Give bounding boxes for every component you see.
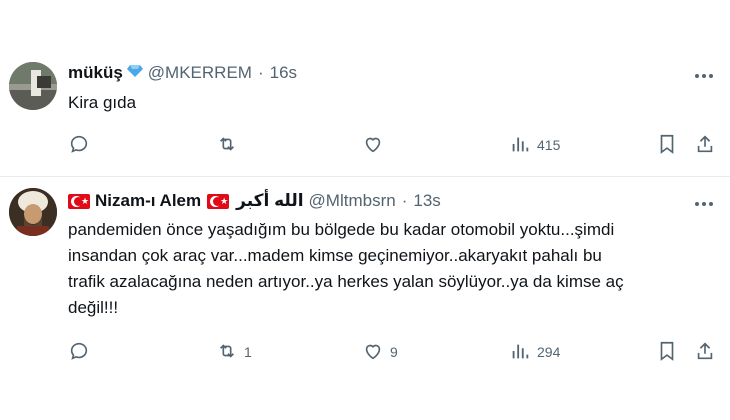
tweet-text: pandemiden önce yaşadığım bu bölgede bu … bbox=[68, 217, 710, 321]
share-icon bbox=[694, 133, 716, 158]
views-button[interactable]: 294 bbox=[509, 338, 560, 366]
retweet-button[interactable] bbox=[216, 131, 244, 159]
avatar[interactable] bbox=[9, 62, 57, 110]
display-name-arabic[interactable]: الله أكبر bbox=[236, 191, 303, 211]
display-name[interactable]: Nizam-ı Alem bbox=[95, 191, 201, 211]
timestamp[interactable]: 16s bbox=[270, 63, 297, 83]
reply-icon bbox=[68, 340, 90, 365]
bookmark-icon bbox=[656, 340, 678, 365]
avatar[interactable] bbox=[9, 188, 57, 236]
retweet-count: 1 bbox=[244, 344, 252, 360]
text-line: trafik azalacağına neden artıyor..ya her… bbox=[68, 272, 624, 291]
views-bar-chart-icon bbox=[509, 133, 531, 158]
tweet-actions: 415 bbox=[68, 131, 718, 159]
view-count: 415 bbox=[537, 137, 561, 153]
bookmark-icon bbox=[656, 133, 678, 158]
bookmark-button[interactable] bbox=[656, 131, 678, 159]
views-button[interactable]: 415 bbox=[509, 131, 560, 159]
share-button[interactable] bbox=[694, 131, 716, 159]
display-name[interactable]: müküş bbox=[68, 63, 123, 83]
share-button[interactable] bbox=[694, 338, 716, 366]
text-line: değil!!! bbox=[68, 298, 119, 317]
separator: · bbox=[257, 63, 264, 82]
tweet-text: Kira gıda bbox=[68, 93, 137, 112]
bookmark-button[interactable] bbox=[656, 338, 678, 366]
handle[interactable]: @MKERREM bbox=[148, 63, 252, 83]
tweet-1[interactable]: müküş @MKERREM · 16s Kira gıda 415 bbox=[0, 0, 730, 177]
views-bar-chart-icon bbox=[509, 340, 531, 365]
turkish-flag-icon: ★ bbox=[68, 193, 90, 209]
tweet-header: müküş @MKERREM · 16s bbox=[68, 63, 297, 83]
text-line: pandemiden önce yaşadığım bu bölgede bu … bbox=[68, 220, 615, 239]
separator: · bbox=[401, 191, 408, 210]
timestamp[interactable]: 13s bbox=[413, 191, 440, 211]
like-count: 9 bbox=[390, 344, 398, 360]
like-button[interactable]: 9 bbox=[362, 338, 398, 366]
tweet-header: ★ Nizam-ı Alem ★ الله أكبر @Mltmbsrn · 1… bbox=[68, 191, 441, 211]
tweet-actions: 1 9 294 bbox=[68, 338, 718, 366]
reply-icon bbox=[68, 133, 90, 158]
text-line: insandan çok araç var...madem kimse geçi… bbox=[68, 246, 602, 265]
retweet-icon bbox=[216, 340, 238, 365]
heart-icon bbox=[362, 340, 384, 365]
tweet-2[interactable]: ★ Nizam-ı Alem ★ الله أكبر @Mltmbsrn · 1… bbox=[0, 177, 730, 420]
view-count: 294 bbox=[537, 344, 561, 360]
share-icon bbox=[694, 340, 716, 365]
like-button[interactable] bbox=[362, 131, 390, 159]
more-options-icon[interactable] bbox=[692, 64, 716, 88]
retweet-icon bbox=[216, 133, 238, 158]
turkish-flag-icon: ★ bbox=[207, 193, 230, 209]
heart-icon bbox=[362, 133, 384, 158]
more-options-icon[interactable] bbox=[692, 192, 716, 216]
reply-button[interactable] bbox=[68, 131, 96, 159]
diamond-icon bbox=[126, 63, 144, 83]
retweet-button[interactable]: 1 bbox=[216, 338, 252, 366]
handle[interactable]: @Mltmbsrn bbox=[309, 191, 396, 211]
reply-button[interactable] bbox=[68, 338, 96, 366]
